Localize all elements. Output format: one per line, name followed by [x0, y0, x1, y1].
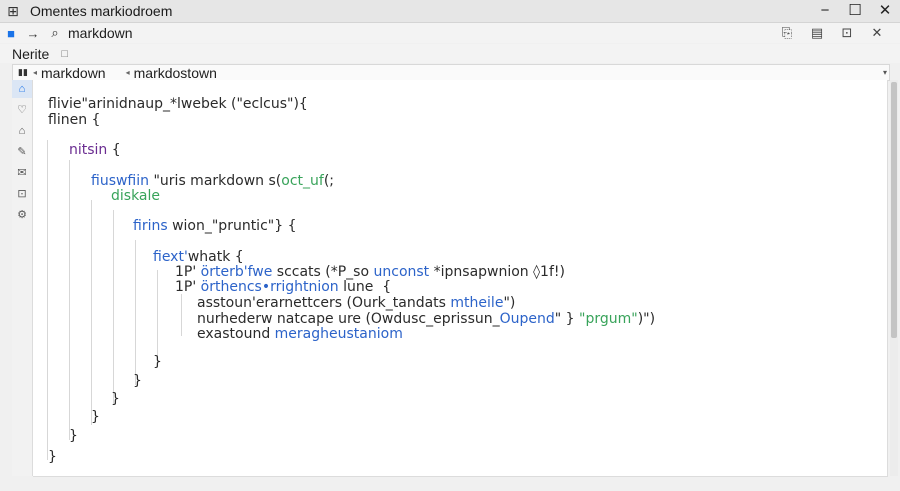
forward-icon[interactable]: →: [22, 26, 44, 41]
sidebar-toggle-icon[interactable]: ▮▮: [13, 67, 33, 78]
code-line: flinen {: [48, 112, 101, 128]
indent-guide: [157, 270, 158, 365]
tab-label: markdown: [41, 64, 106, 81]
close-tab-icon[interactable]: ✕: [862, 23, 892, 43]
code-line: }: [48, 449, 57, 465]
code-line: fiext'whatk {: [153, 249, 244, 265]
code-editor[interactable]: flivie"arinidnaup_*lwebek ("eclcus"){ fl…: [33, 80, 888, 477]
window-controls: − ☐ ✕: [810, 0, 900, 22]
indent-guide: [181, 294, 182, 336]
edit-icon[interactable]: ✎: [12, 143, 32, 161]
tab-label: markdostown: [133, 64, 217, 81]
copy-icon[interactable]: ⎘: [772, 23, 802, 43]
list-icon[interactable]: ▤: [802, 23, 832, 43]
menu-item-nerite[interactable]: Nerite: [12, 46, 49, 62]
code-line: asstoun'erarnettcers (Ourk_tandats mthei…: [197, 295, 516, 311]
code-line: }: [111, 391, 120, 407]
code-line: }: [69, 428, 78, 444]
indent-guide: [91, 200, 92, 425]
panel-icon[interactable]: ⊡: [832, 23, 862, 43]
house-outline-icon[interactable]: ⌂: [12, 122, 32, 140]
minimize-button[interactable]: −: [810, 0, 840, 22]
vertical-scrollbar[interactable]: [890, 80, 898, 476]
code-line: nurhederw natcape ure (Owdusc_eprissun_O…: [197, 311, 656, 327]
tab-bar: ▮▮ ◂ markdown ◂ markdostown ▾: [12, 64, 890, 81]
address-field[interactable]: markdown: [68, 25, 133, 41]
settings-icon[interactable]: ⚙: [12, 206, 32, 224]
mail-icon[interactable]: ✉: [12, 164, 32, 182]
code-line: exastound meragheustaniom: [197, 326, 403, 342]
code-line: }: [153, 354, 162, 370]
menu-square-icon[interactable]: □: [61, 48, 68, 60]
code-line: 1P' örterb'fwe sccats (*P_so unconst *ip…: [175, 264, 565, 280]
code-line: nitsin {: [69, 142, 121, 158]
indent-guide: [113, 210, 114, 405]
search-icon[interactable]: ⌕: [44, 25, 66, 41]
pin-icon: ◂: [125, 68, 130, 77]
bookmark-icon[interactable]: ■: [0, 26, 22, 41]
indent-guide: [47, 140, 48, 460]
title-bar: ⊞ Omentes markiodroem − ☐ ✕: [0, 0, 900, 23]
tab-markdostown[interactable]: ◂ markdostown: [126, 65, 217, 81]
tab-markdown[interactable]: ◂ markdown: [33, 65, 106, 81]
maximize-button[interactable]: ☐: [840, 0, 870, 22]
code-line: firins wion_"pruntic"} {: [133, 218, 297, 234]
grid-icon: ⊞: [7, 2, 19, 19]
address-bar: ■ → ⌕ markdown ⎘ ▤ ⊡ ✕: [0, 23, 900, 43]
chevron-down-icon[interactable]: ▾: [883, 65, 887, 80]
window-title: Omentes markiodroem: [30, 3, 173, 19]
code-line: fiuswfiin "uris markdown s(oct_uf(;: [91, 173, 334, 189]
pin-icon: ◂: [33, 68, 38, 77]
code-line: }: [91, 409, 100, 425]
code-line: diskale: [111, 188, 161, 204]
scrollbar-thumb[interactable]: [891, 82, 897, 338]
indent-guide: [69, 160, 70, 440]
close-button[interactable]: ✕: [870, 0, 900, 22]
code-line: }: [133, 373, 142, 389]
indent-guide: [135, 240, 136, 385]
home-icon[interactable]: ⌂: [12, 80, 32, 98]
code-line: 1P' örthencs•rrightnion lune {: [175, 279, 392, 295]
address-tools: ⎘ ▤ ⊡ ✕: [772, 23, 892, 43]
activity-sidebar: ⌂ ♡ ⌂ ✎ ✉ ⊡ ⚙: [12, 80, 33, 476]
code-line: flivie"arinidnaup_*lwebek ("eclcus"){: [48, 96, 308, 112]
heart-icon[interactable]: ♡: [12, 101, 32, 119]
window-icon[interactable]: ⊡: [12, 185, 32, 203]
menu-bar: Nerite □: [0, 44, 900, 63]
